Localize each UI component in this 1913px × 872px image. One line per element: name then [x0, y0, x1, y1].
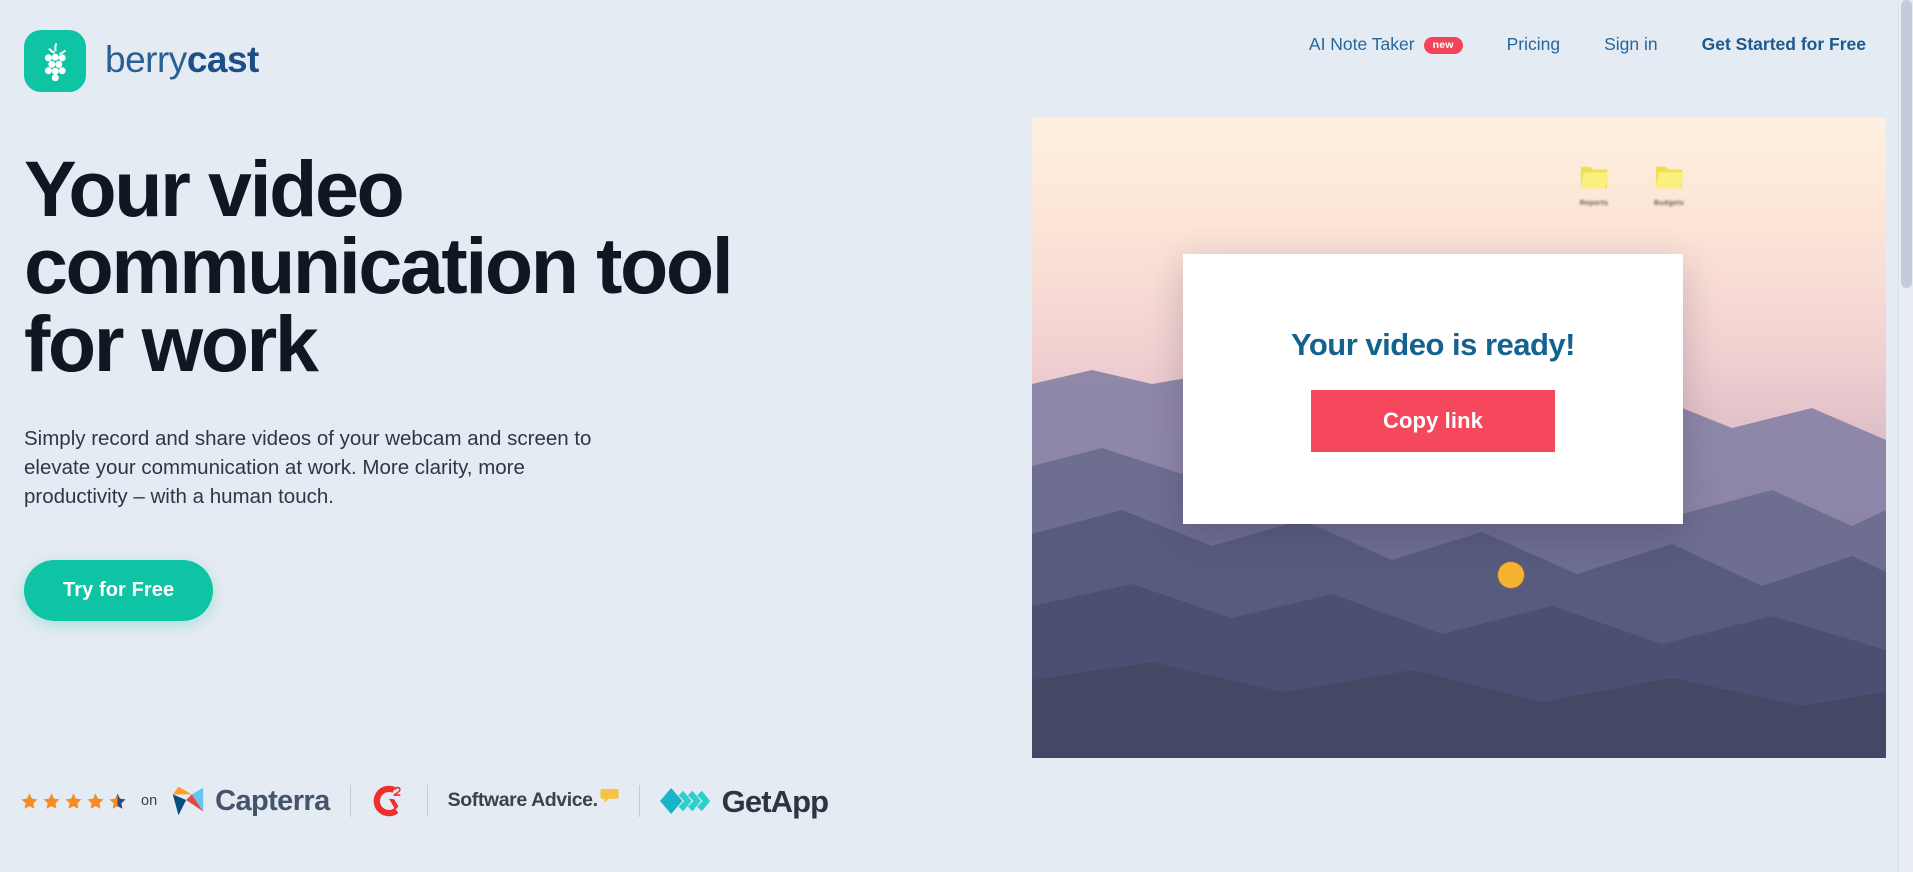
nav-item-sign-in-label: Sign in [1604, 34, 1658, 54]
main-navigation: AI Note Taker new Pricing Sign in Get St… [1309, 34, 1866, 55]
desktop-folder-label: Budgets [1653, 200, 1685, 207]
divider [426, 785, 428, 817]
brand-wordmark-bold: cast [186, 39, 260, 80]
folder-icon [1655, 166, 1684, 189]
speech-bubble-icon [600, 789, 619, 803]
review-badges-strip: on Capterra G2 Software Advice. [20, 778, 829, 824]
getapp-logo-icon [659, 788, 710, 814]
scrollbar-thumb[interactable] [1901, 0, 1912, 288]
brand-logo-link[interactable]: berrycast [24, 30, 259, 92]
review-platform-software-advice-label: Software Advice. [447, 789, 598, 812]
divider [349, 785, 351, 817]
review-platform-g2[interactable]: G2 [371, 783, 407, 819]
g2-logo-icon [373, 785, 401, 817]
nav-item-ai-note-taker[interactable]: AI Note Taker new [1309, 34, 1485, 55]
star-icon [43, 792, 60, 809]
star-icon [87, 792, 104, 809]
brand-wordmark: berrycast [105, 41, 259, 81]
folder-icon [1580, 166, 1609, 189]
hero-copy-block: Your video communication tool for work S… [24, 144, 814, 621]
review-platform-capterra-label: Capterra [215, 784, 330, 817]
star-icon [21, 792, 38, 809]
rating-on-label: on [141, 793, 158, 809]
capterra-logo-icon [172, 786, 204, 816]
review-platform-getapp[interactable]: GetApp [659, 783, 829, 819]
cursor-highlight-dot [1498, 562, 1524, 588]
hero-subheading: Simply record and share videos of your w… [24, 427, 592, 509]
nav-item-sign-in[interactable]: Sign in [1582, 34, 1680, 55]
video-ready-card: Your video is ready! Copy link [1183, 254, 1683, 524]
nav-item-get-started-label: Get Started for Free [1701, 34, 1866, 54]
star-icon [65, 792, 82, 809]
divider [638, 785, 640, 817]
copy-link-button[interactable]: Copy link [1311, 389, 1555, 452]
nav-new-badge: new [1423, 36, 1463, 55]
page-scrollbar[interactable] [1898, 0, 1913, 872]
nav-item-pricing-label: Pricing [1506, 34, 1561, 54]
page-title: Your video communication tool for work [24, 144, 734, 388]
grape-cluster-icon [24, 30, 86, 92]
nav-item-pricing[interactable]: Pricing [1485, 34, 1583, 55]
desktop-folder-label: Reports [1579, 200, 1609, 207]
star-half-icon [109, 792, 126, 809]
review-platform-software-advice[interactable]: Software Advice. [447, 789, 619, 812]
brand-wordmark-light: berry [105, 39, 187, 80]
review-platform-getapp-label: GetApp [721, 783, 829, 819]
desktop-folder-item[interactable]: Budgets [1647, 162, 1691, 207]
review-platform-capterra[interactable]: Capterra [169, 782, 330, 820]
hero-video-preview[interactable]: Reports Budgets Your video is ready! Cop… [1032, 118, 1886, 758]
desktop-folder-item[interactable]: Reports [1572, 162, 1616, 207]
site-header: berrycast AI Note Taker new Pricing Sign… [0, 0, 1898, 113]
try-for-free-button[interactable]: Try for Free [24, 559, 214, 621]
nav-item-get-started[interactable]: Get Started for Free [1680, 34, 1866, 55]
video-ready-title: Your video is ready! [1290, 326, 1576, 362]
page-root: berrycast AI Note Taker new Pricing Sign… [0, 0, 1898, 872]
nav-item-ai-note-taker-label: AI Note Taker [1308, 34, 1415, 54]
star-rating [20, 792, 127, 811]
